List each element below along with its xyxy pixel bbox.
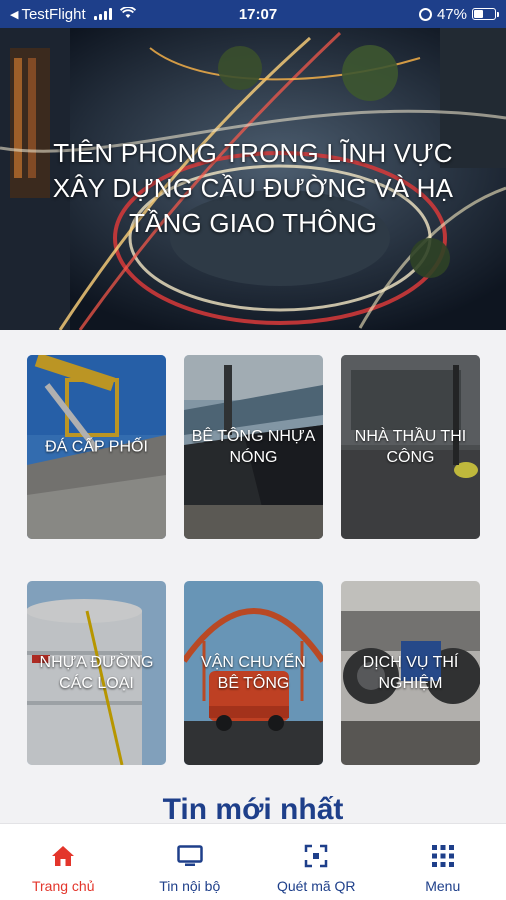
tab-qr-scan[interactable]: Quét mã QR (253, 824, 380, 900)
service-card-aggregate[interactable]: ĐÁ CẤP PHỐI (27, 355, 166, 539)
bottom-tab-bar: Trang chủ Tin nội bộ Quét mã QR Menu (0, 823, 506, 900)
battery-icon (472, 8, 499, 20)
service-label: ĐÁ CẤP PHỐI (45, 438, 148, 456)
service-card-hot-asphalt[interactable]: BÊ TÔNG NHỰA NÓNG (184, 355, 323, 539)
tab-label: Trang chủ (31, 878, 95, 894)
tab-label: Tin nội bộ (159, 878, 221, 894)
tab-label: Menu (425, 878, 461, 894)
service-card-testing[interactable]: DỊCH VỤ THÍ NGHIỆM (341, 581, 480, 765)
monitor-icon (177, 844, 203, 868)
grid-menu-icon (430, 844, 456, 868)
service-label: DỊCH VỤ THÍ NGHIỆM (362, 654, 459, 692)
back-arrow-icon[interactable]: ◀ (10, 8, 18, 21)
battery-percent: 47% (436, 5, 467, 23)
service-label: NHỰA ĐƯỜNG CÁC LOẠI (39, 654, 154, 692)
tab-menu[interactable]: Menu (380, 824, 506, 900)
news-heading: Tin mới nhất (162, 793, 344, 826)
orientation-lock-icon (418, 7, 432, 21)
service-label: NHÀ THẦU THI CÔNG (354, 428, 467, 466)
cellular-signal-icon (93, 8, 112, 20)
service-card-bitumen[interactable]: NHỰA ĐƯỜNG CÁC LOẠI (27, 581, 166, 765)
service-label: BÊ TÔNG NHỰA NÓNG (191, 428, 316, 466)
wifi-icon (119, 5, 136, 22)
service-card-concrete-transport[interactable]: VẬN CHUYỂN BÊ TÔNG (184, 581, 323, 765)
hero-title: TIÊN PHONG TRONG LĨNH VỰC XÂY DỰNG CẦU Đ… (52, 138, 454, 238)
tab-label: Quét mã QR (276, 878, 356, 894)
qr-scan-icon (303, 844, 329, 868)
status-bar: ◀ TestFlight 17:07 47% (0, 0, 506, 28)
status-time: 17:07 (238, 5, 278, 23)
tab-home[interactable]: Trang chủ (0, 824, 127, 900)
back-app-label[interactable]: TestFlight (21, 6, 85, 23)
hero-banner: TIÊN PHONG TRONG LĨNH VỰC XÂY DỰNG CẦU Đ… (0, 28, 506, 330)
home-icon (50, 844, 76, 868)
tab-internal-news[interactable]: Tin nội bộ (127, 824, 254, 900)
service-label: VẬN CHUYỂN BÊ TÔNG (201, 654, 306, 692)
service-card-contractor[interactable]: NHÀ THẦU THI CÔNG (341, 355, 480, 539)
